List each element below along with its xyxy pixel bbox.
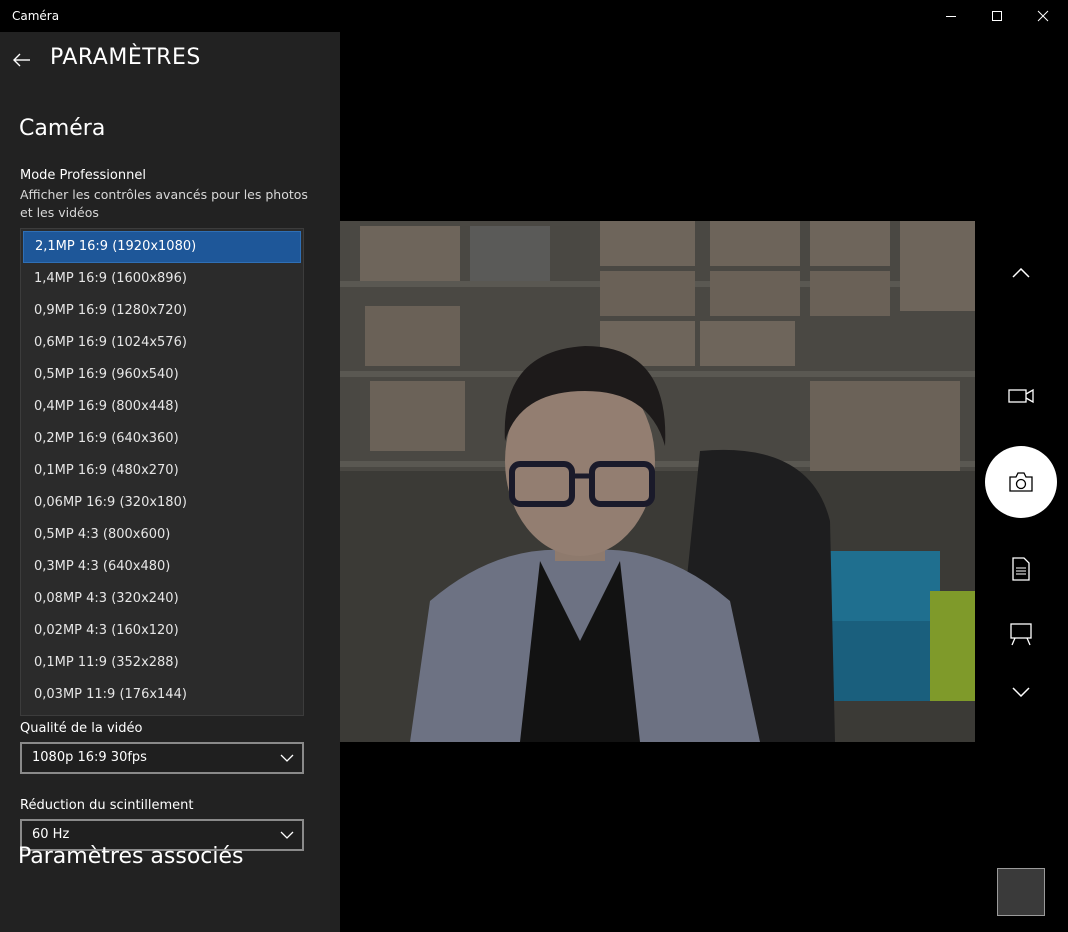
flicker-reduction-label: Réduction du scintillement <box>20 798 194 813</box>
video-quality-label: Qualité de la vidéo <box>20 721 143 736</box>
back-arrow-icon <box>13 53 30 67</box>
photo-camera-icon <box>1009 472 1033 492</box>
resolution-option[interactable]: 0,2MP 16:9 (640x360) <box>23 423 301 455</box>
title-bar: Caméra <box>0 0 1068 32</box>
pro-mode-label: Mode Professionnel <box>20 168 146 183</box>
document-scan-icon <box>1012 557 1030 581</box>
resolution-option[interactable]: 0,5MP 16:9 (960x540) <box>23 359 301 391</box>
whiteboard-mode-button[interactable] <box>1004 618 1038 650</box>
take-photo-button[interactable] <box>985 446 1057 518</box>
resolution-option[interactable]: 0,6MP 16:9 (1024x576) <box>23 327 301 359</box>
scroll-up-button[interactable] <box>1006 258 1036 288</box>
resolution-option[interactable]: 0,03MP 11:9 (176x144) <box>23 679 301 711</box>
video-mode-button[interactable] <box>1003 382 1039 410</box>
window-title: Caméra <box>12 9 60 23</box>
resolution-option[interactable]: 0,5MP 4:3 (800x600) <box>23 519 301 551</box>
photo-resolution-dropdown-list[interactable]: 2,1MP 16:9 (1920x1080) 1,4MP 16:9 (1600x8… <box>20 228 304 716</box>
document-mode-button[interactable] <box>1005 553 1037 585</box>
flicker-reduction-value: 60 Hz <box>32 827 70 842</box>
camera-preview <box>340 221 975 742</box>
close-button[interactable] <box>1020 0 1066 32</box>
resolution-option[interactable]: 0,02MP 4:3 (160x120) <box>23 615 301 647</box>
back-button[interactable] <box>8 46 36 74</box>
settings-header: PARAMÈTRES <box>0 32 340 88</box>
resolution-option[interactable]: 0,06MP 16:9 (320x180) <box>23 487 301 519</box>
last-capture-thumbnail[interactable] <box>997 868 1045 916</box>
camera-section-title: Caméra <box>19 116 106 141</box>
close-icon <box>1037 10 1049 22</box>
pro-mode-description: Afficher les contrôles avancés pour les … <box>20 187 308 220</box>
resolution-option[interactable]: 0,1MP 11:9 (352x288) <box>23 647 301 679</box>
chevron-down-icon <box>280 831 294 839</box>
video-camera-icon <box>1008 388 1034 404</box>
chevron-down-icon <box>1012 687 1030 697</box>
video-quality-select[interactable]: 1080p 16:9 30fps <box>20 742 304 774</box>
chevron-down-icon <box>280 754 294 762</box>
chevron-up-icon <box>1012 268 1030 278</box>
resolution-option[interactable]: 0,3MP 4:3 (640x480) <box>23 551 301 583</box>
minimize-button[interactable] <box>928 0 974 32</box>
whiteboard-icon <box>1010 623 1032 646</box>
resolution-option[interactable]: 0,4MP 16:9 (800x448) <box>23 391 301 423</box>
settings-title: PARAMÈTRES <box>50 45 201 70</box>
resolution-option[interactable]: 0,08MP 4:3 (320x240) <box>23 583 301 615</box>
maximize-button[interactable] <box>974 0 1020 32</box>
scroll-down-button[interactable] <box>1006 677 1036 707</box>
maximize-icon <box>992 11 1002 21</box>
camera-preview-image <box>340 221 975 742</box>
video-quality-value: 1080p 16:9 30fps <box>32 750 147 765</box>
minimize-icon <box>946 16 956 17</box>
resolution-option[interactable]: 1,4MP 16:9 (1600x896) <box>23 263 301 295</box>
resolution-option[interactable]: 2,1MP 16:9 (1920x1080) <box>23 231 301 263</box>
resolution-option[interactable]: 0,1MP 16:9 (480x270) <box>23 455 301 487</box>
related-settings-title: Paramètres associés <box>18 844 244 869</box>
settings-panel: PARAMÈTRES Caméra Mode Professionnel Aff… <box>0 32 340 932</box>
resolution-option[interactable]: 0,9MP 16:9 (1280x720) <box>23 295 301 327</box>
